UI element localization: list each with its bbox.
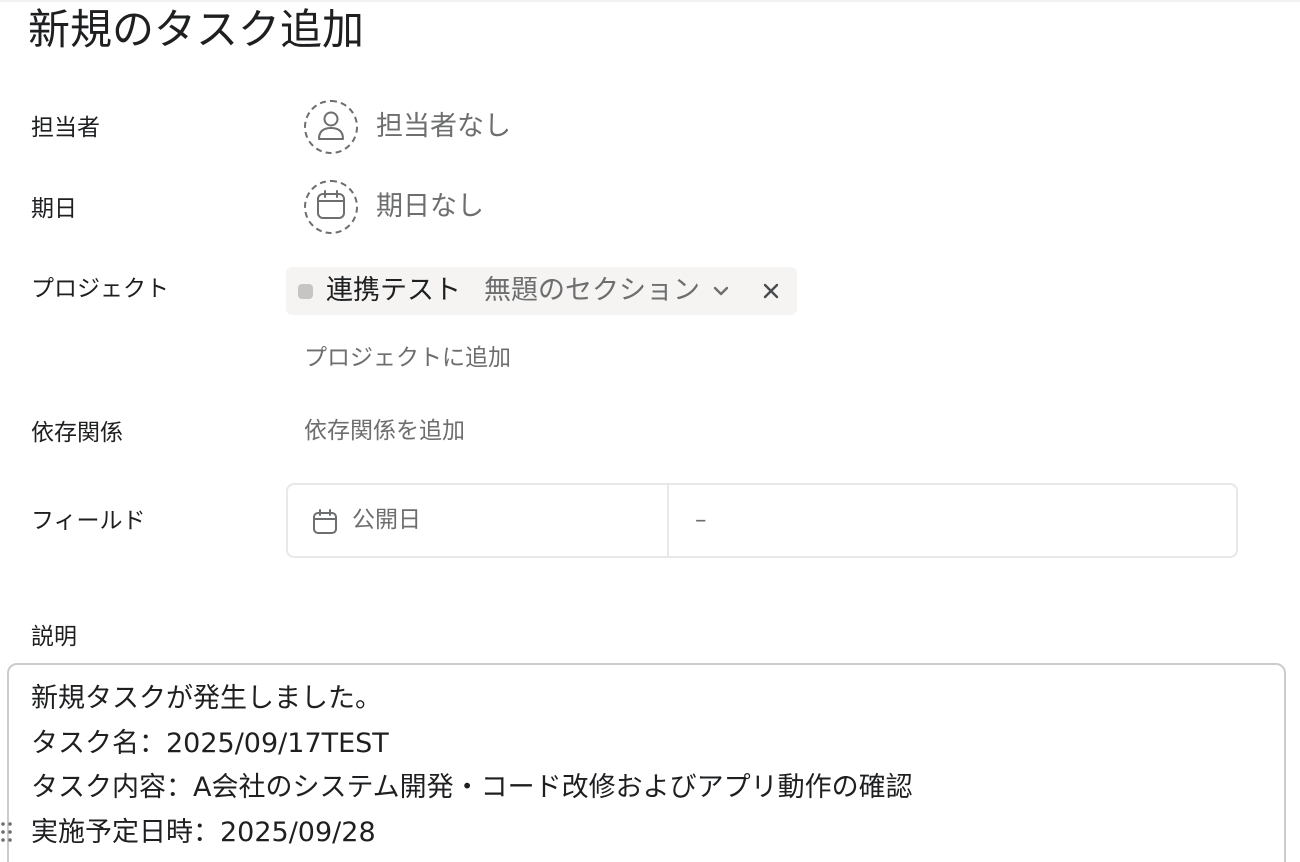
drag-handle-icon[interactable]: [0, 820, 14, 846]
description-line: 実施予定日時：2025/09/28: [31, 817, 376, 848]
section-name: 無題のセクション: [484, 275, 700, 306]
assignee-avatar-button[interactable]: [304, 100, 358, 154]
section-dropdown[interactable]: 無題のセクション: [484, 273, 732, 309]
description-editor[interactable]: 新規タスクが発生しました。 タスク名：2025/09/17TEST タスク内容：…: [7, 663, 1286, 862]
description-line: タスク内容：A会社のシステム開発・コード改修およびアプリ動作の確認: [31, 772, 913, 803]
field-name-publish-date: 公開日: [352, 507, 421, 533]
project-name[interactable]: 連携テスト: [326, 273, 461, 309]
add-dependency-link[interactable]: 依存関係を追加: [304, 416, 465, 446]
due-date-label: 期日: [31, 196, 77, 222]
description-label: 説明: [31, 624, 77, 650]
new-task-dialog: 新規のタスク追加 担当者 担当者なし 期日 期日なし プロジェクト 連携テスト …: [0, 0, 1300, 862]
due-date-value[interactable]: 期日なし: [376, 189, 484, 225]
assignee-label: 担当者: [31, 115, 100, 141]
project-color-dot: [298, 284, 313, 299]
add-to-project-link[interactable]: プロジェクトに追加: [304, 343, 511, 373]
project-pill: 連携テスト 無題のセクション: [286, 267, 797, 315]
calendar-icon: [316, 190, 346, 224]
project-label: プロジェクト: [31, 276, 169, 302]
dependencies-label: 依存関係: [31, 420, 123, 446]
description-line: タスク名：2025/09/17TEST: [31, 728, 389, 759]
calendar-icon: [312, 509, 338, 535]
description-line: 新規タスクが発生しました。: [31, 683, 382, 714]
remove-project-close-icon[interactable]: [759, 279, 783, 303]
due-date-button[interactable]: [304, 180, 358, 234]
field-name-cell: 公開日: [288, 485, 669, 556]
page-title: 新規のタスク追加: [28, 5, 365, 54]
assignee-value[interactable]: 担当者なし: [376, 109, 511, 145]
chevron-down-icon: [710, 280, 732, 302]
person-icon: [317, 110, 345, 144]
field-value-publish-date-cell[interactable]: –: [669, 485, 1236, 556]
field-value-publish-date: –: [695, 507, 707, 533]
fields-label: フィールド: [31, 508, 146, 534]
custom-fields-table: 公開日 –: [286, 483, 1238, 558]
